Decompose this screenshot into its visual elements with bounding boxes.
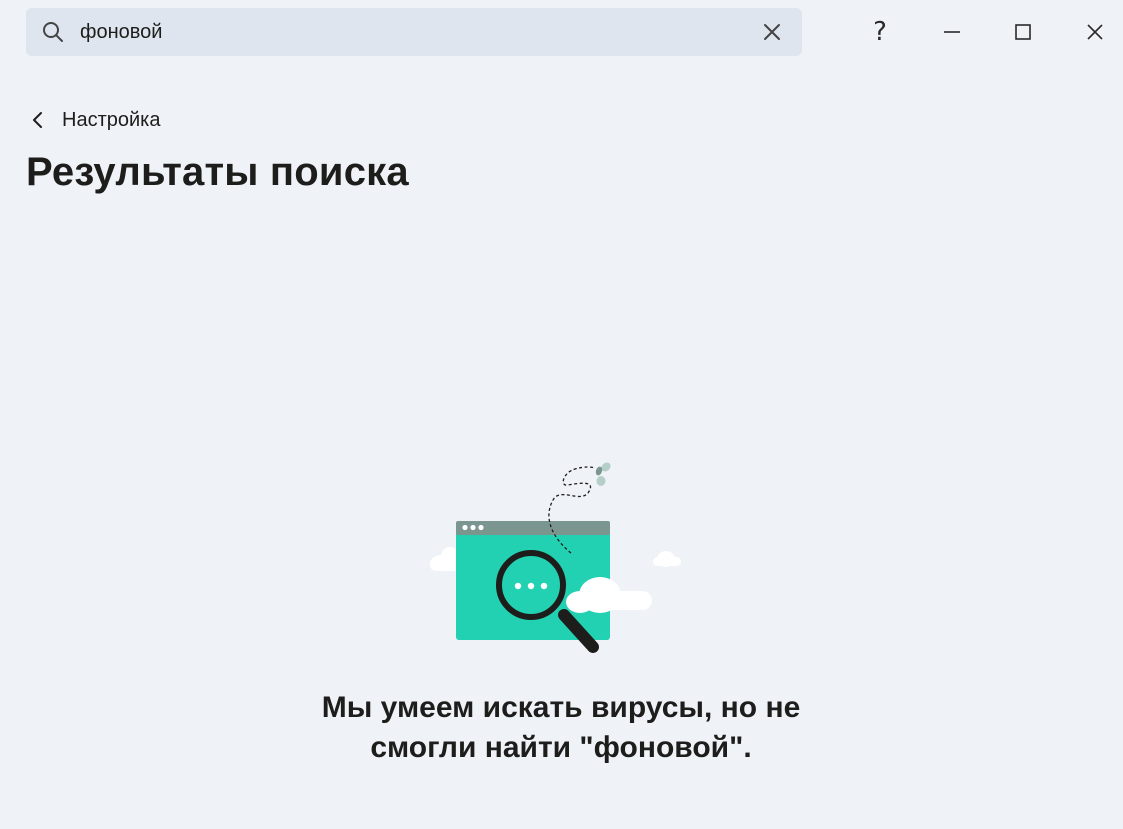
close-icon <box>1087 24 1103 40</box>
close-window-button[interactable] <box>1071 8 1119 56</box>
empty-state-line-1: Мы умеем искать вирусы, но не <box>321 691 801 724</box>
empty-search-illustration <box>430 462 681 653</box>
chevron-left-icon <box>33 112 42 128</box>
minimize-icon <box>944 31 960 33</box>
search-input[interactable] <box>80 8 760 56</box>
page-title: Результаты поиска <box>26 150 409 194</box>
help-button[interactable]: ? <box>856 8 904 56</box>
help-icon: ? <box>873 17 887 47</box>
empty-state-message: Мы умеем искать вирусы, но не смогли най… <box>261 688 861 768</box>
search-bar[interactable] <box>26 8 802 56</box>
cloud-left-icon <box>430 547 460 571</box>
search-icon <box>43 22 63 42</box>
empty-state-line-2: смогли найти "фоновой". <box>370 731 752 764</box>
clear-search-button[interactable] <box>760 20 784 44</box>
back-link-label: Настройка <box>62 108 161 131</box>
maximize-button[interactable] <box>999 8 1047 56</box>
minimize-button[interactable] <box>928 8 976 56</box>
maximize-icon <box>1015 24 1031 40</box>
butterfly-icon <box>595 462 611 486</box>
cloud-right-icon <box>653 551 681 567</box>
app-window: ? Настройка Результаты поиска <box>0 0 1123 829</box>
back-to-settings-link[interactable]: Настройка <box>26 104 160 136</box>
